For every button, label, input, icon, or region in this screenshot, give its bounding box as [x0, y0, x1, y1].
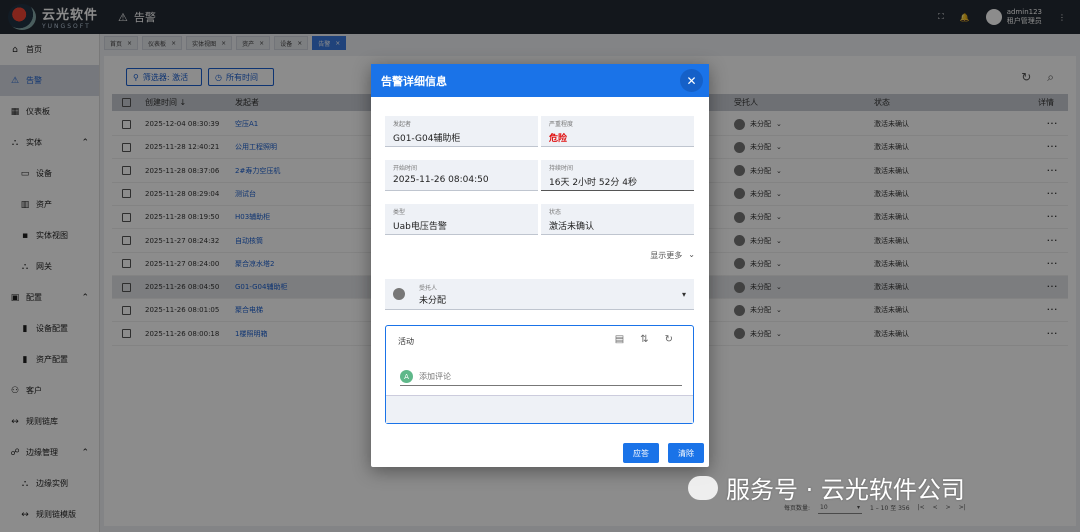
dialog-title: 告警详细信息: [381, 74, 447, 88]
start-time-label: 开始时间: [393, 165, 418, 172]
status-value: 激活未确认: [549, 222, 595, 232]
dialog-header: 告警详细信息 ✕: [371, 64, 709, 97]
originator-label: 发起者: [393, 121, 412, 128]
watermark-text: 服务号 · 云光软件公司: [726, 476, 965, 504]
duration-value: 16天 2小时 52分 4秒: [549, 178, 637, 188]
type-value: Uab电压告警: [393, 222, 447, 232]
show-more-button[interactable]: 显示更多 ⌄: [650, 250, 695, 261]
watermark: 服务号 · 云光软件公司: [688, 470, 965, 505]
duration-field: 持续时间 16天 2小时 52分 4秒: [541, 160, 694, 191]
assignee-value: 未分配: [419, 295, 447, 306]
comment-field[interactable]: A 添加评论: [400, 368, 682, 386]
originator-value: G01-G04辅助柜: [393, 134, 461, 144]
status-label: 状态: [549, 209, 562, 216]
clear-button[interactable]: 清除: [668, 443, 704, 463]
comment-avatar: A: [400, 370, 413, 383]
acknowledge-button[interactable]: 应答: [623, 443, 659, 463]
originator-field: 发起者 G01-G04辅助柜: [385, 116, 538, 147]
dropdown-arrow-icon: ▾: [681, 289, 686, 299]
close-icon[interactable]: ✕: [680, 69, 703, 92]
duration-label: 持续时间: [549, 165, 574, 172]
account-icon: [393, 288, 405, 300]
type-label: 类型: [393, 209, 406, 216]
export-icon[interactable]: ▤: [615, 334, 624, 345]
activity-list: [386, 395, 693, 423]
sort-icon[interactable]: ⇅: [640, 334, 648, 345]
severity-value: 危险: [549, 134, 568, 144]
refresh-icon[interactable]: ↻: [665, 334, 673, 345]
comment-placeholder: 添加评论: [419, 372, 451, 381]
wechat-icon: [688, 475, 718, 500]
severity-label: 严重程度: [549, 121, 574, 128]
activity-panel: 活动 ▤ ⇅ ↻ A 添加评论: [385, 325, 694, 424]
start-time-field: 开始时间 2025-11-26 08:04:50: [385, 160, 538, 191]
assignee-select[interactable]: 受托人 未分配 ▾: [385, 279, 694, 310]
assignee-label: 受托人: [419, 284, 438, 292]
severity-field: 严重程度 危险: [541, 116, 694, 147]
activity-title: 活动: [398, 337, 414, 346]
show-more-label: 显示更多: [650, 251, 683, 260]
type-field: 类型 Uab电压告警: [385, 204, 538, 235]
status-field: 状态 激活未确认: [541, 204, 694, 235]
chevron-down-icon: ⌄: [688, 250, 695, 259]
alarm-details-dialog: 告警详细信息 ✕ 发起者 G01-G04辅助柜 严重程度 危险 开始时间 202…: [371, 64, 709, 467]
start-time-value: 2025-11-26 08:04:50: [393, 175, 489, 185]
